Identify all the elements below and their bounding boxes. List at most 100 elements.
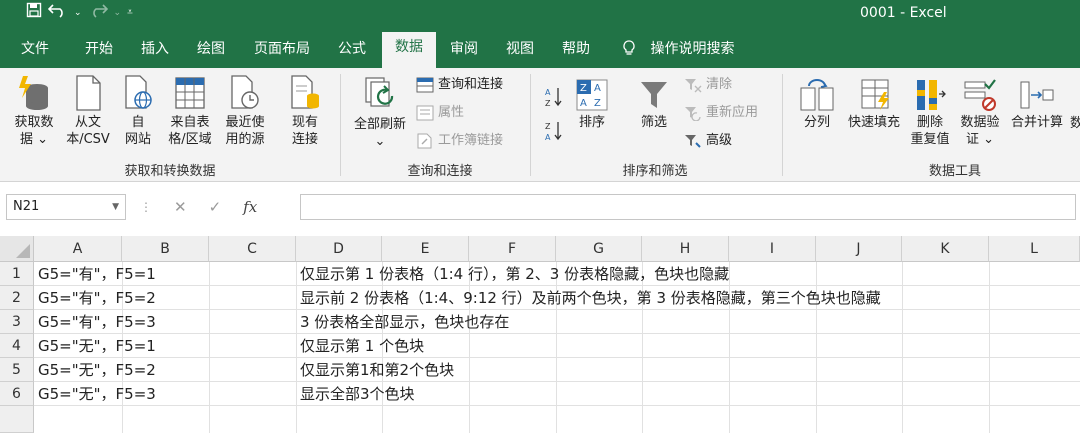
- tab-formulas[interactable]: 公式: [328, 34, 376, 68]
- tell-me-search[interactable]: 操作说明搜索: [622, 34, 734, 64]
- tab-home[interactable]: 开始: [72, 34, 126, 68]
- advanced-filter-icon: [685, 135, 701, 148]
- row-header-3[interactable]: 3: [0, 310, 34, 334]
- filter-button[interactable]: 筛选: [632, 78, 676, 131]
- column-header-k[interactable]: K: [902, 236, 989, 262]
- tab-help[interactable]: 帮助: [552, 34, 600, 68]
- redo-icon[interactable]: [88, 2, 108, 25]
- sort-descending-button[interactable]: ZA: [544, 120, 564, 142]
- svg-text:A: A: [594, 83, 601, 94]
- consolidate-button[interactable]: 合并计算: [1006, 78, 1068, 131]
- cell-d6[interactable]: 显示全部3个色块: [300, 382, 415, 406]
- tab-page-layout[interactable]: 页面布局: [246, 34, 318, 68]
- cell-a5[interactable]: G5="无"，F5=2: [38, 358, 156, 382]
- from-web-label: 自 网站: [124, 115, 151, 147]
- name-box[interactable]: N21 ▼: [6, 194, 126, 220]
- column-header-l[interactable]: L: [989, 236, 1080, 262]
- select-all-button[interactable]: [0, 236, 34, 262]
- column-header-a[interactable]: A: [34, 236, 122, 262]
- from-table-range-button[interactable]: 来自表 格/区域: [162, 74, 218, 148]
- insert-function-icon[interactable]: fx: [243, 198, 257, 216]
- cell-d1[interactable]: 仅显示第 1 份表格（1:4 行），第 2、3 份表格隐藏，色块也隐藏: [300, 262, 729, 286]
- from-text-csv-button[interactable]: 从文 本/CSV: [62, 74, 114, 148]
- get-data-label: 获取数 据 ⌄: [14, 115, 54, 147]
- text-to-columns-button[interactable]: 分列: [796, 78, 838, 131]
- reapply-icon: [685, 107, 701, 121]
- column-header-b[interactable]: B: [122, 236, 209, 262]
- remove-duplicates-button[interactable]: 删除 重复值: [906, 78, 954, 148]
- queries-connections-button[interactable]: 查询和连接: [416, 76, 503, 94]
- refresh-all-button[interactable]: 全部刷新 ⌄: [348, 74, 412, 150]
- flash-fill-button[interactable]: 快速填充: [842, 78, 906, 131]
- sort-ascending-button[interactable]: AZ: [544, 86, 564, 108]
- properties-button[interactable]: 属性: [416, 104, 464, 122]
- existing-connections-button[interactable]: 现有 连接: [282, 74, 328, 148]
- clear-filter-button[interactable]: 清除: [684, 76, 732, 94]
- edit-links-button[interactable]: 工作簿链接: [416, 132, 503, 150]
- grid-line: [296, 262, 297, 433]
- lightbulb-icon: [622, 40, 640, 57]
- grid-line: [34, 405, 1080, 406]
- properties-icon: [416, 105, 434, 121]
- enter-icon[interactable]: ✓: [209, 198, 222, 216]
- cell-d4[interactable]: 仅显示第 1 个色块: [300, 334, 424, 358]
- cancel-icon[interactable]: ✕: [174, 198, 187, 216]
- ribbon-data: 获取数 据 ⌄ 从文 本/CSV 自 网站 来自表 格/区域 最近使 用的源 现…: [0, 68, 1080, 182]
- column-header-g[interactable]: G: [556, 236, 642, 262]
- tab-review[interactable]: 审阅: [440, 34, 488, 68]
- cell-d5[interactable]: 仅显示第1和第2个色块: [300, 358, 454, 382]
- window-title: 0001 - Excel: [860, 5, 947, 21]
- cell-a1[interactable]: G5="有"，F5=1: [38, 262, 156, 286]
- cell-a2[interactable]: G5="有"，F5=2: [38, 286, 156, 310]
- row-header-4[interactable]: 4: [0, 334, 34, 358]
- formula-input[interactable]: [300, 194, 1076, 220]
- recent-sources-label: 最近使 用的源: [225, 115, 265, 147]
- name-box-dropdown-icon[interactable]: ▼: [112, 195, 119, 219]
- more-data-tools-button[interactable]: 数: [1070, 115, 1080, 132]
- undo-dropdown-icon[interactable]: ⌄: [74, 3, 82, 23]
- save-icon[interactable]: [26, 2, 42, 25]
- queries-connections-icon: [416, 77, 434, 93]
- grid-line: [34, 333, 1080, 334]
- cell-a6[interactable]: G5="无"，F5=3: [38, 382, 156, 406]
- clear-filter-icon: [685, 79, 702, 93]
- column-header-e[interactable]: E: [382, 236, 469, 262]
- data-validation-button[interactable]: 数据验 证 ⌄: [956, 78, 1004, 148]
- cell-a3[interactable]: G5="有"，F5=3: [38, 310, 156, 334]
- customize-qat-icon[interactable]: ⩡: [127, 3, 133, 23]
- row-header-2[interactable]: 2: [0, 286, 34, 310]
- row-header-6[interactable]: 6: [0, 382, 34, 406]
- cell-d2[interactable]: 显示前 2 份表格（1:4、9:12 行）及前两个色块，第 3 份表格隐藏，第三…: [300, 286, 881, 310]
- sort-button[interactable]: ZAAZ 排序: [572, 78, 612, 131]
- group-data-tools-label: 数据工具: [928, 164, 981, 179]
- quick-access-toolbar: ⌄ ⌄ ⩡: [26, 2, 133, 25]
- data-validation-icon: [964, 79, 996, 111]
- tab-insert[interactable]: 插入: [130, 34, 180, 68]
- from-web-button[interactable]: 自 网站: [118, 74, 158, 148]
- row-header-5[interactable]: 5: [0, 358, 34, 382]
- get-data-button[interactable]: 获取数 据 ⌄: [6, 74, 62, 148]
- recent-sources-button[interactable]: 最近使 用的源: [218, 74, 272, 148]
- cell-a4[interactable]: G5="无"，F5=1: [38, 334, 156, 358]
- column-header-d[interactable]: D: [296, 236, 382, 262]
- column-header-f[interactable]: F: [469, 236, 556, 262]
- tab-draw[interactable]: 绘图: [186, 34, 236, 68]
- group-queries-label: 查询和连接: [407, 164, 473, 179]
- advanced-filter-button[interactable]: 高级: [684, 132, 732, 150]
- undo-icon[interactable]: [47, 2, 68, 25]
- row-header-7[interactable]: [0, 406, 34, 433]
- tab-file[interactable]: 文件: [10, 34, 60, 68]
- reapply-label: 重新应用: [706, 105, 759, 120]
- column-header-c[interactable]: C: [209, 236, 296, 262]
- column-header-h[interactable]: H: [642, 236, 729, 262]
- cell-d3[interactable]: 3 份表格全部显示，色块也存在: [300, 310, 509, 334]
- data-validation-label: 数据验 证 ⌄: [960, 115, 1000, 147]
- group-get-transform-label: 获取和转换数据: [124, 164, 216, 179]
- column-header-i[interactable]: I: [729, 236, 816, 262]
- tab-view[interactable]: 视图: [496, 34, 544, 68]
- redo-dropdown-icon[interactable]: ⌄: [114, 3, 122, 23]
- row-header-1[interactable]: 1: [0, 262, 34, 286]
- tab-data[interactable]: 数据: [382, 32, 436, 68]
- column-header-j[interactable]: J: [816, 236, 902, 262]
- reapply-button[interactable]: 重新应用: [684, 104, 758, 122]
